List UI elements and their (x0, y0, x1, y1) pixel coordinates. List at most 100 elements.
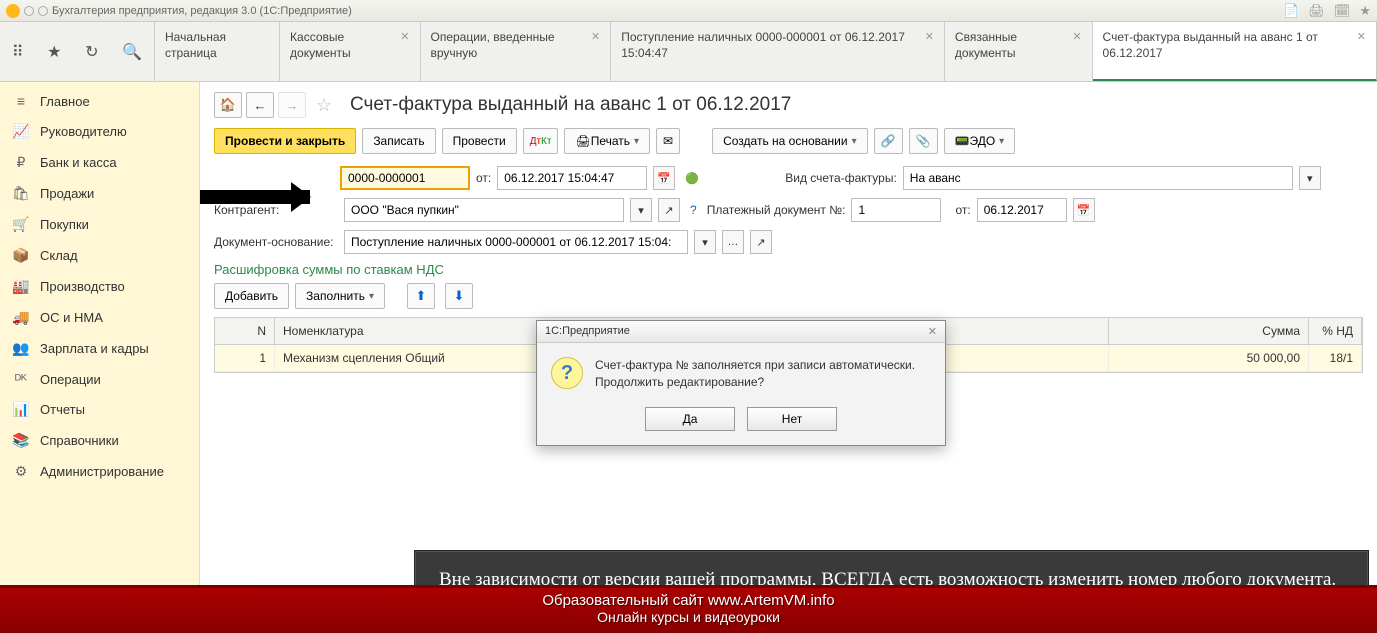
mail-button[interactable]: ✉ (656, 128, 680, 154)
move-down-button[interactable]: ⬇ (445, 283, 473, 309)
table-toolbar: Добавить Заполнить▾ ⬆ ⬇ (214, 283, 1363, 309)
favorite-button[interactable]: ☆ (310, 92, 338, 118)
favorite-icon[interactable]: ★ (1359, 3, 1371, 18)
maximize-button[interactable] (38, 6, 48, 16)
dialog-close-icon[interactable]: ✕ (928, 325, 937, 338)
nav-row: 🏠 ← → ☆ Счет-фактура выданный на аванс 1… (214, 92, 1363, 118)
payment-calendar-icon[interactable]: 📅 (1073, 198, 1095, 222)
sidebar-icon: 🛍 (12, 185, 30, 202)
row-counterparty: Контрагент: ▾ ↗ ? Платежный документ №: … (214, 198, 1363, 222)
fill-button[interactable]: Заполнить▾ (295, 283, 385, 309)
move-up-button[interactable]: ⬆ (407, 283, 435, 309)
sidebar-label: Продажи (40, 186, 94, 201)
tb-icon-2[interactable]: 🖨 (1308, 3, 1325, 18)
tb-icon-3[interactable]: 🗓 (1334, 3, 1351, 18)
sidebar-item[interactable]: ₽Банк и касса (0, 147, 199, 178)
tab-close-icon[interactable]: ✕ (591, 30, 600, 43)
basis-open[interactable]: ↗ (750, 230, 772, 254)
number-input[interactable] (340, 166, 470, 190)
sidebar-icon: 🚚 (12, 309, 30, 326)
calendar-icon[interactable]: 📅 (653, 166, 675, 190)
relations-button[interactable]: 🔗 (874, 128, 903, 154)
sidebar-item[interactable]: 🛒Покупки (0, 209, 199, 240)
back-button[interactable]: ← (246, 92, 274, 118)
sidebar-label: Зарплата и кадры (40, 341, 149, 356)
history-icon[interactable]: ↻ (85, 42, 98, 62)
payment-doc-input[interactable] (851, 198, 941, 222)
forward-button[interactable]: → (278, 92, 306, 118)
tab-close-icon[interactable]: ✕ (1072, 30, 1081, 43)
tab[interactable]: Кассовые документы✕ (280, 22, 420, 81)
basis-input[interactable] (344, 230, 688, 254)
tabbar: ⠿ ★ ↻ 🔍 Начальная страницаКассовые докум… (0, 22, 1377, 82)
sidebar-label: Склад (40, 248, 78, 263)
apps-icon[interactable]: ⠿ (12, 42, 24, 62)
sidebar-item[interactable]: ᴰᴷОперации (0, 364, 199, 394)
titlebar: Бухгалтерия предприятия, редакция 3.0 (1… (0, 0, 1377, 22)
sidebar-icon: 🏭 (12, 278, 30, 295)
post-button[interactable]: Провести (442, 128, 517, 154)
payment-date-input[interactable] (977, 198, 1067, 222)
basis-more[interactable]: … (722, 230, 744, 254)
star-icon[interactable]: ★ (47, 42, 61, 62)
sidebar-label: ОС и НМА (40, 310, 103, 325)
sidebar-item[interactable]: 🏭Производство (0, 271, 199, 302)
sidebar-icon: ᴰᴷ (12, 371, 30, 387)
add-button[interactable]: Добавить (214, 283, 289, 309)
print-button[interactable]: 🖨 Печать▾ (564, 128, 650, 154)
counterparty-dropdown[interactable]: ▾ (630, 198, 652, 222)
tab-close-icon[interactable]: ✕ (400, 30, 409, 43)
th-sum: Сумма (1109, 318, 1309, 344)
create-based-button[interactable]: Создать на основании▾ (712, 128, 868, 154)
no-button[interactable]: Нет (747, 407, 837, 431)
sidebar-item[interactable]: 📚Справочники (0, 425, 199, 456)
tab[interactable]: Операции, введенные вручную✕ (421, 22, 612, 81)
tab[interactable]: Связанные документы✕ (945, 22, 1093, 81)
sidebar-label: Покупки (40, 217, 89, 232)
invoice-type-select[interactable] (903, 166, 1293, 190)
sidebar-label: Справочники (40, 433, 119, 448)
home-button[interactable]: 🏠 (214, 92, 242, 118)
basis-dropdown[interactable]: ▾ (694, 230, 716, 254)
counterparty-input[interactable] (344, 198, 624, 222)
sidebar-item[interactable]: 👥 Зарплата и кадры (0, 333, 199, 364)
dropdown-icon[interactable]: ▾ (1299, 166, 1321, 190)
from-label: от: (476, 171, 491, 185)
sidebar-item[interactable]: ≡Главное (0, 86, 199, 116)
vat-breakdown-link[interactable]: Расшифровка суммы по ставкам НДС (214, 262, 1363, 277)
search-icon[interactable]: 🔍 (122, 42, 142, 62)
movements-button[interactable]: ДтКт (523, 128, 559, 154)
sidebar-label: Отчеты (40, 402, 85, 417)
yes-button[interactable]: Да (645, 407, 735, 431)
tab-close-icon[interactable]: ✕ (925, 30, 934, 43)
sidebar-item[interactable]: 🚚 ОС и НМА (0, 302, 199, 333)
date-input[interactable] (497, 166, 647, 190)
tabs-container: Начальная страницаКассовые документы✕Опе… (155, 22, 1377, 81)
tab[interactable]: Поступление наличных 0000-000001 от 06.1… (611, 22, 945, 81)
payment-from-label: от: (955, 203, 970, 217)
sidebar-label: Банк и касса (40, 155, 117, 170)
status-icon: 🟢 (681, 166, 703, 190)
minimize-button[interactable] (24, 6, 34, 16)
save-button[interactable]: Записать (362, 128, 435, 154)
attach-button[interactable]: 📎 (909, 128, 938, 154)
footer-banner: Образовательный сайт www.ArtemVM.info Он… (0, 585, 1377, 633)
dialog-text: Счет-фактура № заполняется при записи ав… (595, 357, 931, 391)
sidebar-icon: ⚙ (12, 463, 30, 480)
sidebar-item[interactable]: ⚙Администрирование (0, 456, 199, 487)
sidebar-icon: 👥 (12, 340, 30, 357)
help-icon[interactable]: ? (690, 203, 697, 217)
edo-button[interactable]: 📟 ЭДО▾ (944, 128, 1016, 154)
sidebar-item[interactable]: 📈Руководителю (0, 116, 199, 147)
post-close-button[interactable]: Провести и закрыть (214, 128, 356, 154)
tb-icon-1[interactable]: 📄 (1283, 3, 1299, 18)
th-vat: % НД (1309, 318, 1362, 344)
counterparty-open[interactable]: ↗ (658, 198, 680, 222)
tab[interactable]: Начальная страница (155, 22, 280, 81)
question-icon: ? (551, 357, 583, 389)
tab[interactable]: Счет-фактура выданный на аванс 1 от 06.1… (1093, 22, 1377, 81)
tab-close-icon[interactable]: ✕ (1357, 30, 1366, 43)
sidebar-item[interactable]: 🛍 Продажи (0, 178, 199, 209)
sidebar-item[interactable]: 📊Отчеты (0, 394, 199, 425)
sidebar-item[interactable]: 📦Склад (0, 240, 199, 271)
